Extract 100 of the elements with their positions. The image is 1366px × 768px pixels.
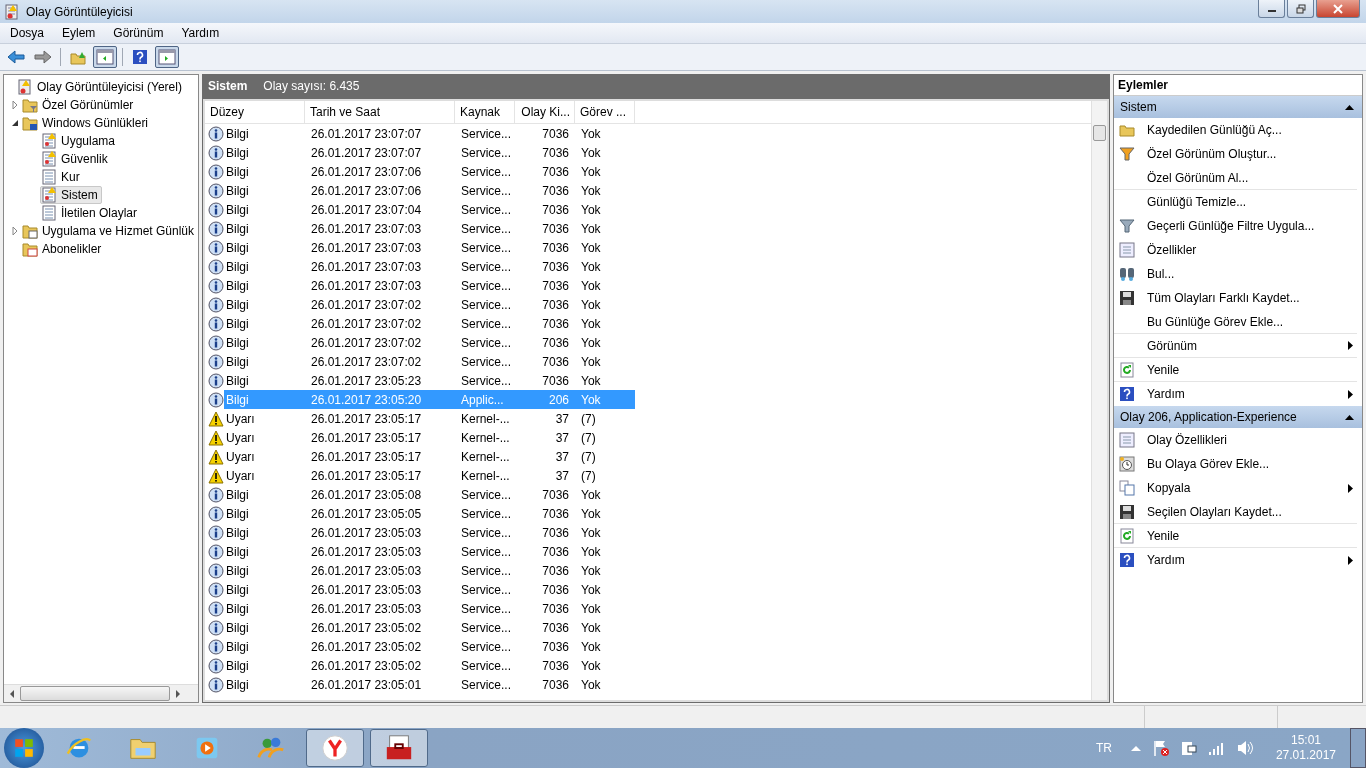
speaker-icon[interactable] bbox=[1235, 740, 1254, 756]
table-cell-text: Bilgi bbox=[225, 315, 250, 333]
action-item[interactable]: Geçerli Günlüğe Filtre Uygula... bbox=[1147, 219, 1315, 233]
tree-item[interactable]: Güvenlik bbox=[40, 150, 112, 168]
tree-item[interactable]: Abonelikler bbox=[21, 240, 106, 258]
folder-icon bbox=[1119, 122, 1135, 138]
table-cell-text: 37 bbox=[554, 429, 570, 447]
table-cell-text: Service... bbox=[460, 182, 512, 200]
table-cell-text: 26.01.2017 23:07:02 bbox=[310, 334, 423, 352]
action-item[interactable]: Özel Görünüm Oluştur... bbox=[1147, 147, 1277, 161]
tree-item[interactable]: İletilen Olaylar bbox=[40, 204, 142, 222]
tree-item[interactable]: Uygulama bbox=[40, 132, 120, 150]
action-item[interactable]: Yardım bbox=[1147, 553, 1185, 567]
table-cell-text: Service... bbox=[460, 201, 512, 219]
action-item[interactable]: Özellikler bbox=[1147, 243, 1197, 257]
table-cell-text: Service... bbox=[460, 524, 512, 542]
table-cell-text: Yok bbox=[580, 657, 602, 675]
tree-item[interactable]: Kur bbox=[40, 168, 84, 186]
column-header[interactable]: Tarih ve Saat bbox=[305, 101, 455, 123]
action-item[interactable]: Bu Günlüğe Görev Ekle... bbox=[1147, 314, 1284, 329]
table-cell-text: Uyarı bbox=[225, 410, 256, 428]
table-cell-text: 26.01.2017 23:05:03 bbox=[310, 524, 423, 542]
table-cell-text: Service... bbox=[460, 657, 512, 675]
action-item[interactable]: Günlüğü Temizle... bbox=[1147, 195, 1247, 209]
collapse-icon[interactable] bbox=[1345, 104, 1354, 110]
info-icon bbox=[208, 600, 224, 617]
folder-icon bbox=[22, 97, 38, 113]
log-icon bbox=[41, 151, 57, 167]
help-icon bbox=[1119, 386, 1135, 402]
tree-item[interactable]: Özel Görünümler bbox=[21, 96, 138, 114]
section-header[interactable]: Olay 206, Application-Experience bbox=[1114, 406, 1362, 428]
table-cell-text: Yok bbox=[580, 353, 602, 371]
table-cell-text: 26.01.2017 23:05:17 bbox=[310, 467, 423, 485]
action-item[interactable]: Bu Olaya Görev Ekle... bbox=[1147, 457, 1270, 471]
tree-item[interactable]: Olay Görüntüleyicisi (Yerel) bbox=[16, 78, 186, 96]
table-cell-text: Uyarı bbox=[225, 448, 256, 466]
table-cell-text: (7) bbox=[580, 448, 597, 466]
column-header[interactable]: Düzey bbox=[205, 101, 305, 123]
column-header[interactable]: Kaynak bbox=[455, 101, 515, 123]
action-pane-toggle-button[interactable] bbox=[155, 46, 179, 68]
column-header[interactable]: Görev ... bbox=[575, 101, 635, 123]
table-cell-text: Uyarı bbox=[225, 467, 256, 485]
table-cell-text: Service... bbox=[460, 600, 512, 618]
tree-item[interactable]: Windows Günlükleri bbox=[21, 114, 153, 132]
table-cell-text: Yok bbox=[580, 258, 602, 276]
menu-item[interactable]: Yardım bbox=[171, 26, 228, 40]
action-item[interactable]: Özel Görünüm Al... bbox=[1147, 170, 1249, 185]
close-button[interactable] bbox=[1316, 0, 1360, 18]
menu-item[interactable]: Görünüm bbox=[103, 26, 172, 40]
section-title: Sistem bbox=[1120, 100, 1157, 114]
console-tree-toggle-button[interactable] bbox=[93, 46, 117, 68]
action-item[interactable]: Yenile bbox=[1147, 362, 1180, 377]
info-icon bbox=[208, 391, 224, 408]
minimize-button[interactable] bbox=[1258, 0, 1285, 18]
show-hidden-icons-arrow-icon[interactable] bbox=[1129, 744, 1142, 752]
action-item[interactable]: Yardım bbox=[1147, 387, 1185, 401]
scroll-thumb[interactable] bbox=[20, 686, 170, 701]
collapse-icon[interactable] bbox=[1345, 414, 1354, 420]
table-cell-text: 26.01.2017 23:07:02 bbox=[310, 353, 423, 371]
menu-item[interactable]: Eylem bbox=[52, 26, 104, 40]
info-icon bbox=[208, 619, 224, 636]
flag-error-icon[interactable] bbox=[1151, 739, 1170, 757]
table-cell-text: Service... bbox=[460, 163, 512, 181]
action-item[interactable]: Görünüm bbox=[1147, 338, 1198, 353]
refresh-icon bbox=[1119, 527, 1135, 544]
table-cell-text: Bilgi bbox=[225, 239, 250, 257]
action-item[interactable]: Kaydedilen Günlüğü Aç... bbox=[1147, 123, 1282, 137]
action-item[interactable]: Seçilen Olayları Kaydet... bbox=[1147, 504, 1282, 519]
warning-icon bbox=[208, 448, 224, 465]
table-cell-text: 26.01.2017 23:07:06 bbox=[310, 182, 423, 200]
action-item[interactable]: Tüm Olayları Farklı Kaydet... bbox=[1147, 291, 1300, 305]
show-desktop-button[interactable] bbox=[1350, 728, 1366, 768]
table-cell-text: Bilgi bbox=[225, 144, 250, 162]
info-icon bbox=[208, 258, 224, 275]
table-cell: Yok bbox=[575, 390, 635, 409]
y-browser-icon[interactable] bbox=[306, 729, 364, 767]
action-item[interactable]: Yenile bbox=[1147, 528, 1180, 543]
tree-item[interactable]: Sistem bbox=[40, 186, 102, 204]
table-cell-text: Bilgi bbox=[225, 258, 250, 276]
power-plug-icon[interactable] bbox=[1179, 739, 1198, 757]
vertical-scrollbar[interactable] bbox=[1091, 101, 1107, 700]
table-cell-text: 37 bbox=[554, 467, 570, 485]
action-item[interactable]: Bul... bbox=[1147, 267, 1175, 281]
table-cell-text: Service... bbox=[460, 277, 512, 295]
section-header[interactable]: Sistem bbox=[1114, 96, 1362, 118]
action-item[interactable]: Olay Özellikleri bbox=[1147, 433, 1227, 447]
menu-item[interactable]: Dosya bbox=[0, 26, 52, 40]
tree-item[interactable]: Uygulama ve Hizmet Günlük bbox=[20, 222, 198, 240]
scroll-left-icon[interactable] bbox=[9, 689, 15, 698]
toolbox-icon[interactable] bbox=[370, 729, 428, 767]
table-cell-text: 26.01.2017 23:07:03 bbox=[310, 277, 423, 295]
table-cell-text: 7036 bbox=[541, 353, 570, 371]
restore-button[interactable] bbox=[1287, 0, 1314, 18]
signal-bars-icon[interactable] bbox=[1207, 741, 1226, 755]
action-item[interactable]: Kopyala bbox=[1147, 481, 1191, 495]
scroll-right-icon[interactable] bbox=[175, 689, 181, 698]
horizontal-scrollbar[interactable] bbox=[4, 684, 198, 702]
start-button[interactable] bbox=[4, 728, 44, 768]
info-icon bbox=[208, 657, 224, 674]
column-header[interactable]: Olay Ki... bbox=[515, 101, 575, 123]
